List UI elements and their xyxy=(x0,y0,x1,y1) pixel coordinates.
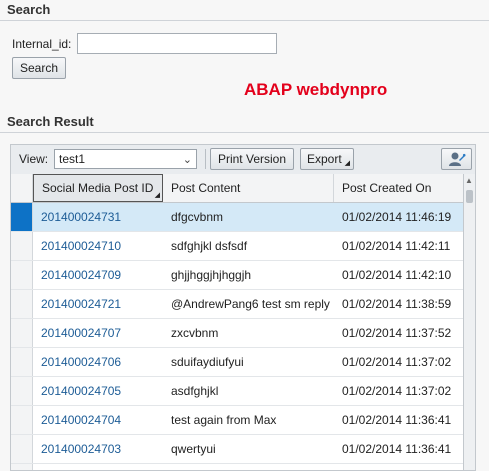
post-created-cell: 01/02/2014 11:38:59 xyxy=(342,297,452,311)
post-created-cell: 01/02/2014 11:42:10 xyxy=(342,268,452,282)
chevron-down-icon: ⌄ xyxy=(182,154,192,166)
column-header-post-content[interactable]: Post Content xyxy=(163,174,334,202)
row-selector[interactable] xyxy=(11,406,33,434)
row-selector[interactable] xyxy=(11,261,33,289)
export-button-label: Export xyxy=(307,152,342,166)
post-id-link[interactable]: 201400024703 xyxy=(33,435,163,463)
search-button[interactable]: Search xyxy=(12,57,66,79)
table-row[interactable]: 201400024704 test again from Max 01/02/201… xyxy=(11,406,463,435)
row-selector[interactable] xyxy=(11,319,33,347)
table-row[interactable]: 201400024709 ghjjhggjhjhggjh 01/02/2014 11… xyxy=(11,261,463,290)
post-id-link[interactable]: 201400024704 xyxy=(33,406,163,434)
view-select-value: test1 xyxy=(59,152,86,166)
sort-menu-icon: ◢ xyxy=(154,192,160,199)
table-row[interactable]: 201400024705 asdfghjkl 01/02/2014 11:37:02 xyxy=(11,377,463,406)
post-id-link[interactable]: 201400024709 xyxy=(33,261,163,289)
post-content-cell: tyuiop dsfsf xyxy=(163,464,334,470)
row-selector[interactable] xyxy=(11,464,33,470)
search-section-title: Search xyxy=(7,2,51,17)
scrollbar-thumb[interactable] xyxy=(466,190,473,203)
result-section-divider xyxy=(0,132,489,133)
post-content-cell: ghjjhggjhjhggjh xyxy=(171,268,252,282)
row-selector[interactable] xyxy=(11,348,33,376)
table-toolbar: View: test1 ⌄ Print Version Export ◢ xyxy=(11,145,475,175)
post-id-link[interactable]: 201400024701 xyxy=(33,464,163,470)
vertical-scrollbar[interactable]: ▲ xyxy=(463,174,475,470)
post-created-cell: 01/02/2014 11:46:19 xyxy=(342,210,452,224)
post-id-link[interactable]: 201400024706 xyxy=(33,348,163,376)
select-all-cell[interactable] xyxy=(11,174,33,202)
column-header-created-on[interactable]: Post Created On xyxy=(334,174,463,202)
post-id-link[interactable]: 201400024705 xyxy=(33,377,163,405)
search-section-divider xyxy=(0,20,489,21)
post-content-cell: @AndrewPang6 test sm reply xyxy=(171,297,330,311)
post-content-cell: test again from Max xyxy=(171,413,277,427)
export-dropdown-icon: ◢ xyxy=(344,160,350,167)
table-row[interactable]: 201400024707 zxcvbnm 01/02/2014 11:37:52 xyxy=(11,319,463,348)
row-selector[interactable] xyxy=(11,377,33,405)
table-row[interactable]: 201400024710 sdfghjkl dsfsdf 01/02/2014 11… xyxy=(11,232,463,261)
result-table: View: test1 ⌄ Print Version Export ◢ Soc… xyxy=(10,144,476,471)
table-row[interactable]: 201400024706 sduifaydiufyui 01/02/2014 11:… xyxy=(11,348,463,377)
scroll-up-icon[interactable]: ▲ xyxy=(465,176,473,185)
result-section-title: Search Result xyxy=(7,114,94,129)
personalize-icon xyxy=(448,152,465,166)
post-id-link[interactable]: 201400024731 xyxy=(33,203,163,231)
post-id-link[interactable]: 201400024721 xyxy=(33,290,163,318)
table-row[interactable]: 201400024701tyuiop dsfsf01/02/2014 11:34… xyxy=(11,464,463,470)
post-content-cell: qwertyui xyxy=(171,442,216,456)
view-select[interactable]: test1 ⌄ xyxy=(54,149,197,169)
post-created-cell: 01/02/2014 11:34:39 xyxy=(334,464,463,470)
row-selector[interactable] xyxy=(11,232,33,260)
column-header-label: Social Media Post ID xyxy=(42,181,154,195)
row-selector[interactable] xyxy=(11,435,33,463)
table-row[interactable]: 201400024703 qwertyui 01/02/2014 11:36:41 xyxy=(11,435,463,464)
table-row[interactable]: 201400024731 dfgcvbnm 01/02/2014 11:46:19 xyxy=(11,203,463,232)
table-header: Social Media Post ID ◢ Post Content Post… xyxy=(11,174,463,203)
post-created-cell: 01/02/2014 11:37:02 xyxy=(342,355,452,369)
row-selector[interactable] xyxy=(11,203,33,231)
toolbar-separator xyxy=(205,149,206,169)
post-content-cell: zxcvbnm xyxy=(171,326,219,340)
view-label: View: xyxy=(19,152,49,166)
internal-id-input[interactable] xyxy=(77,33,277,54)
table-row[interactable]: 201400024721 @AndrewPang6 test sm reply 01… xyxy=(11,290,463,319)
personalize-button[interactable] xyxy=(441,148,472,170)
post-created-cell: 01/02/2014 11:36:41 xyxy=(342,442,452,456)
post-id-link[interactable]: 201400024710 xyxy=(33,232,163,260)
row-selector[interactable] xyxy=(11,290,33,318)
post-id-link[interactable]: 201400024707 xyxy=(33,319,163,347)
post-created-cell: 01/02/2014 11:36:41 xyxy=(342,413,452,427)
export-button[interactable]: Export ◢ xyxy=(300,148,354,170)
post-content-cell: sduifaydiufyui xyxy=(171,355,244,369)
print-version-button[interactable]: Print Version xyxy=(210,148,294,170)
post-created-cell: 01/02/2014 11:42:11 xyxy=(342,239,451,253)
post-content-cell: dfgcvbnm xyxy=(171,210,224,224)
post-content-cell: sdfghjkl dsfsdf xyxy=(171,239,248,253)
internal-id-label: Internal_id: xyxy=(12,37,72,51)
post-created-cell: 01/02/2014 11:37:52 xyxy=(342,326,452,340)
overlay-caption: ABAP webdynpro xyxy=(244,80,388,99)
post-created-cell: 01/02/2014 11:37:02 xyxy=(342,384,452,398)
post-content-cell: asdfghjkl xyxy=(171,384,219,398)
column-header-post-id[interactable]: Social Media Post ID ◢ xyxy=(33,174,163,202)
